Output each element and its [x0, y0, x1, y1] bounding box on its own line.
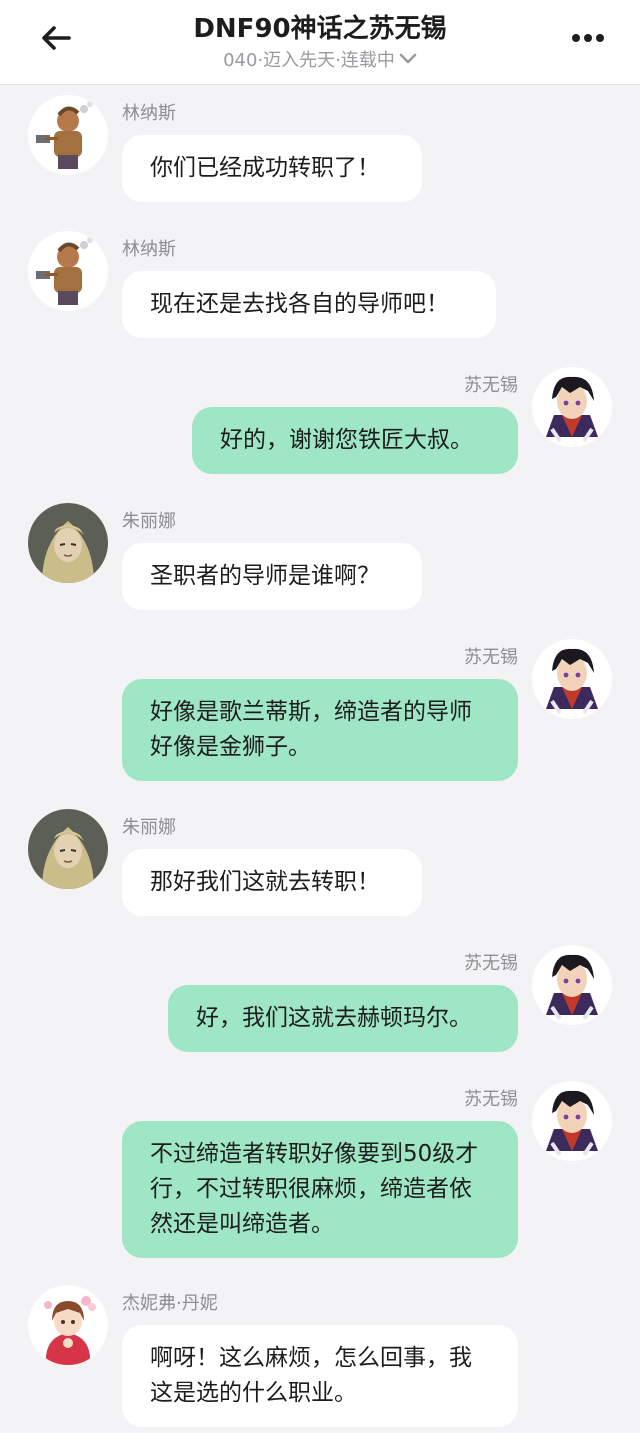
avatar[interactable] [532, 639, 612, 719]
sender-name: 苏无锡 [464, 647, 518, 668]
more-button[interactable] [566, 20, 610, 56]
message-bubble[interactable]: 不过缔造者转职好像要到50级才行，不过转职很麻烦，缔造者依然还是叫缔造者。 [122, 1121, 518, 1258]
message-bubble[interactable]: 现在还是去找各自的导师吧！ [122, 271, 496, 338]
page-title: DNF90神话之苏无锡 [193, 14, 447, 44]
avatar-suwuxi-icon [532, 639, 612, 719]
avatar[interactable] [28, 809, 108, 889]
avatar-zhulina-icon [28, 809, 108, 889]
chapter-label: 040·迈入先天·连载中 [223, 50, 395, 71]
avatar-suwuxi-icon [532, 945, 612, 1025]
message-bubble[interactable]: 圣职者的导师是谁啊？ [122, 543, 422, 610]
sender-name: 杰妮弗·丹妮 [122, 1293, 218, 1314]
avatar[interactable] [532, 945, 612, 1025]
sender-name: 林纳斯 [122, 103, 176, 124]
top-nav-bar: DNF90神话之苏无锡 040·迈入先天·连载中 [0, 0, 640, 85]
message-bubble[interactable]: 你们已经成功转职了！ [122, 135, 422, 202]
avatar-linus-icon [28, 231, 108, 311]
sender-name: 苏无锡 [464, 375, 518, 396]
message-bubble[interactable]: 好的，谢谢您铁匠大叔。 [192, 407, 518, 474]
avatar[interactable] [532, 367, 612, 447]
more-dots-icon [572, 34, 604, 42]
sender-name: 朱丽娜 [122, 511, 176, 532]
avatar-suwuxi-icon [532, 367, 612, 447]
avatar[interactable] [532, 1081, 612, 1161]
avatar[interactable] [28, 95, 108, 175]
sender-name: 林纳斯 [122, 239, 176, 260]
sender-name: 苏无锡 [464, 953, 518, 974]
message-bubble[interactable]: 好像是歌兰蒂斯，缔造者的导师好像是金狮子。 [122, 679, 518, 781]
avatar-jennifer-icon [28, 1285, 108, 1365]
message-bubble[interactable]: 那好我们这就去转职！ [122, 849, 422, 916]
avatar[interactable] [28, 231, 108, 311]
chapter-selector[interactable]: 040·迈入先天·连载中 [120, 46, 520, 72]
chevron-down-icon [399, 53, 417, 64]
sender-name: 苏无锡 [464, 1089, 518, 1110]
avatar[interactable] [28, 503, 108, 583]
message-bubble[interactable]: 好，我们这就去赫顿玛尔。 [168, 985, 518, 1052]
avatar-zhulina-icon [28, 503, 108, 583]
back-button[interactable] [36, 20, 76, 56]
sender-name: 朱丽娜 [122, 817, 176, 838]
message-bubble[interactable]: 啊呀！这么麻烦，怎么回事，我这是选的什么职业。 [122, 1325, 518, 1427]
avatar-suwuxi-icon [532, 1081, 612, 1161]
arrow-left-icon [42, 26, 71, 50]
avatar-linus-icon [28, 95, 108, 175]
avatar[interactable] [28, 1285, 108, 1365]
